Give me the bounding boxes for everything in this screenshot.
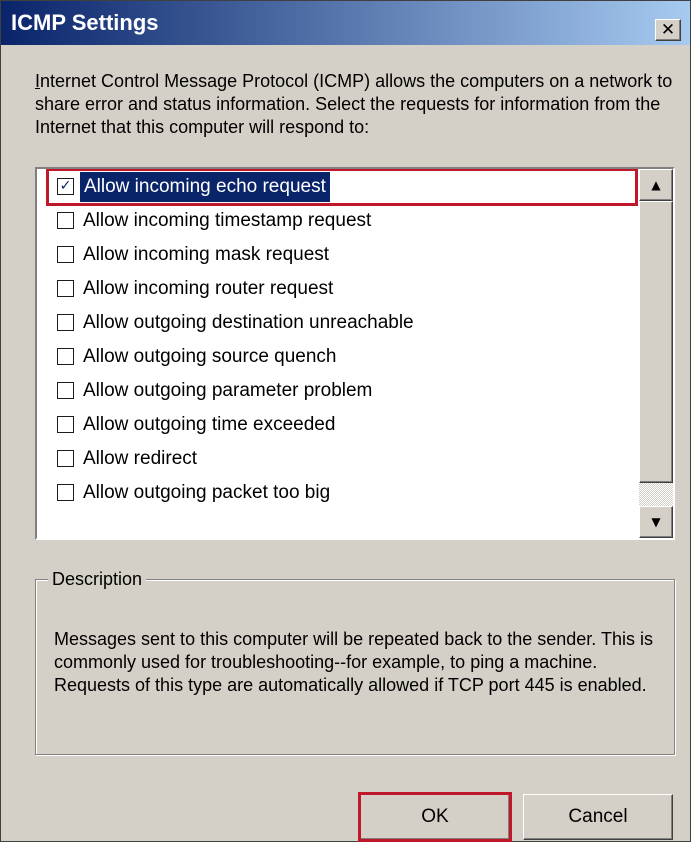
list-item-label: Allow redirect: [83, 448, 198, 469]
description-legend: Description: [48, 567, 147, 591]
list-item-label: Allow outgoing time exceeded: [83, 414, 336, 435]
list-item-label: Allow outgoing destination unreachable: [83, 312, 414, 333]
checkbox-unchecked[interactable]: [57, 348, 74, 365]
checkbox-unchecked[interactable]: [57, 314, 74, 331]
checkbox-unchecked[interactable]: [57, 246, 74, 263]
checkmark-icon: ✓: [59, 178, 72, 194]
list-item-label: Allow incoming echo request: [80, 172, 330, 202]
list-item-label: Allow outgoing packet too big: [83, 482, 331, 503]
list-item[interactable]: Allow outgoing source quench: [49, 341, 635, 373]
icmp-settings-dialog: ICMP Settings ✕ Internet Control Message…: [0, 0, 691, 842]
cancel-button[interactable]: Cancel: [523, 794, 673, 840]
list-item-label: Allow incoming mask request: [83, 244, 330, 265]
ok-button[interactable]: OK: [358, 792, 512, 842]
checkbox-unchecked[interactable]: [57, 450, 74, 467]
description-text: Messages sent to this computer will be r…: [54, 629, 653, 695]
list-item[interactable]: Allow redirect: [49, 443, 635, 475]
checkbox-unchecked[interactable]: [57, 382, 74, 399]
close-icon: ✕: [660, 20, 676, 40]
list-items: ✓ Allow incoming echo request Allow incomi…: [37, 169, 638, 538]
icmp-request-list[interactable]: ✓ Allow incoming echo request Allow incomi…: [35, 167, 675, 540]
list-item-label: Allow incoming router request: [83, 278, 334, 299]
checkbox-unchecked[interactable]: [57, 416, 74, 433]
list-item[interactable]: Allow outgoing destination unreachable: [49, 307, 635, 339]
scrollbar-thumb[interactable]: [639, 201, 673, 483]
checkbox-checked[interactable]: ✓: [57, 178, 74, 195]
scroll-down-button[interactable]: ▼: [639, 506, 673, 538]
checkbox-unchecked[interactable]: [57, 280, 74, 297]
title-bar[interactable]: ICMP Settings ✕: [1, 1, 690, 45]
arrow-down-icon: ▼: [651, 515, 661, 529]
list-item[interactable]: Allow incoming timestamp request: [49, 205, 635, 237]
intro-text-body: nternet Control Message Protocol (ICMP) …: [35, 71, 673, 137]
list-item[interactable]: Allow outgoing parameter problem: [49, 375, 635, 407]
list-item[interactable]: Allow incoming mask request: [49, 239, 635, 271]
list-item[interactable]: Allow outgoing time exceeded: [49, 409, 635, 441]
description-group: Description Messages sent to this comput…: [35, 567, 675, 755]
vertical-scrollbar[interactable]: ▲ ▼: [639, 169, 673, 538]
arrow-up-icon: ▲: [651, 178, 661, 192]
checkbox-unchecked[interactable]: [57, 212, 74, 229]
checkbox-unchecked[interactable]: [57, 484, 74, 501]
list-item[interactable]: Allow incoming router request: [49, 273, 635, 305]
list-item[interactable]: Allow outgoing packet too big: [49, 477, 635, 509]
intro-text: Internet Control Message Protocol (ICMP)…: [35, 70, 675, 139]
scroll-up-button[interactable]: ▲: [639, 169, 673, 201]
list-item-label: Allow outgoing parameter problem: [83, 380, 373, 401]
dialog-title: ICMP Settings: [11, 10, 159, 35]
list-item-label: Allow outgoing source quench: [83, 346, 337, 367]
list-item[interactable]: ✓ Allow incoming echo request: [46, 169, 638, 206]
close-button[interactable]: ✕: [655, 19, 681, 41]
list-item-label: Allow incoming timestamp request: [83, 210, 372, 231]
